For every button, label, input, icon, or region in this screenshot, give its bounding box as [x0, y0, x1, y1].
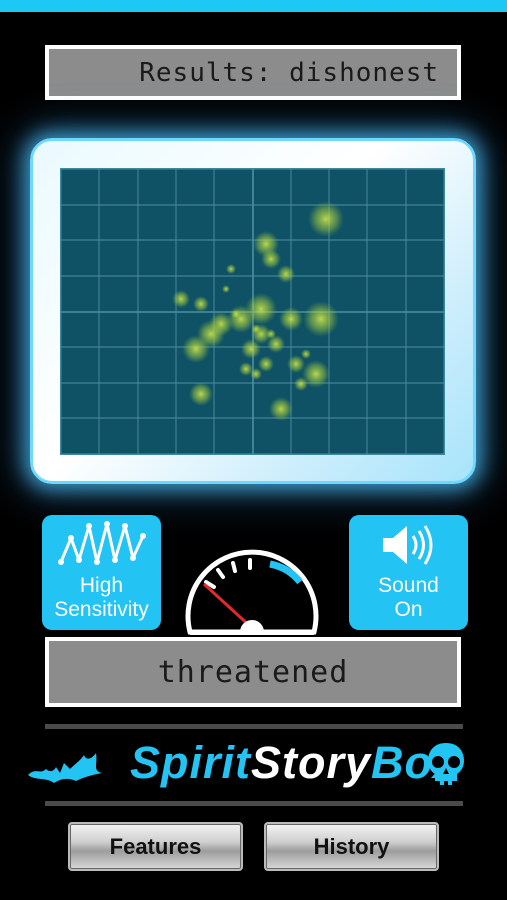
sound-button[interactable]: Sound On: [349, 515, 468, 630]
skull-icon: [428, 743, 464, 785]
scope-reading-blob: [182, 335, 210, 363]
scope-reading-blob: [226, 264, 236, 274]
history-button[interactable]: History: [264, 822, 439, 871]
scope-reading-blob: [308, 201, 344, 237]
scope-reading-blob: [266, 329, 276, 339]
divider-bottom: [45, 801, 463, 806]
scope-reading-blob: [303, 301, 339, 337]
scope-reading-blob: [269, 397, 293, 421]
results-display: Results: dishonest: [45, 45, 461, 100]
speaker-icon: [382, 525, 432, 565]
status-text: threatened: [157, 654, 349, 690]
scope-reading-blob: [172, 290, 190, 308]
top-accent-bar: [0, 0, 507, 12]
speedometer-icon: [185, 549, 319, 635]
bat-icon: [28, 753, 102, 783]
divider-top: [45, 724, 463, 729]
scope-reading-blob: [279, 307, 303, 331]
scope-reading-blob: [251, 324, 261, 334]
scope-reading-blob: [222, 285, 230, 293]
scope-reading-blob: [250, 368, 262, 380]
sensitivity-button[interactable]: High Sensitivity: [42, 515, 161, 630]
scope-reading-blob: [245, 293, 277, 325]
scope-reading-blob: [258, 356, 274, 372]
features-label: Features: [109, 833, 202, 859]
history-label: History: [313, 833, 390, 859]
scope-reading-blob: [231, 309, 241, 319]
sensitivity-label-2: Sensitivity: [54, 598, 149, 621]
results-text: Results: dishonest: [139, 57, 439, 88]
scope-reading-blob: [277, 265, 295, 283]
status-display: threatened: [45, 637, 461, 707]
scope-reading-blob: [294, 377, 308, 391]
logo-word-story: Story: [251, 737, 372, 788]
features-button[interactable]: Features: [68, 822, 243, 871]
logo-wordmark: SpiritStoryBox: [130, 737, 459, 789]
scope-readings: [172, 201, 344, 421]
logo-word-spirit: Spirit: [130, 737, 252, 788]
scope-reading-blob: [189, 382, 213, 406]
scope-canvas: [61, 169, 444, 454]
scope-reading-blob: [193, 296, 209, 312]
sound-label-1: Sound: [378, 574, 439, 597]
app-logo: SpiritStoryBox: [24, 733, 474, 795]
sound-label-2: On: [394, 598, 423, 621]
scope-reading-blob: [241, 339, 261, 359]
sensitivity-label-1: High: [79, 574, 124, 597]
scope-reading-blob: [261, 249, 281, 269]
detector-scope: [60, 168, 445, 455]
scope-reading-blob: [301, 349, 311, 359]
waveform-icon: [57, 521, 146, 565]
scope-reading-blob: [287, 355, 305, 373]
